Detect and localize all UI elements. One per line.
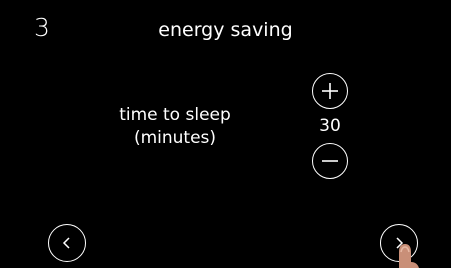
back-button[interactable] (48, 224, 86, 262)
minus-icon (321, 152, 339, 170)
sleep-time-value: 30 (319, 116, 341, 136)
page-title: energy saving (158, 19, 293, 41)
plus-icon (321, 82, 339, 100)
setting-label: time to sleep (minutes) (90, 104, 260, 150)
setting-label-line2: (minutes) (133, 128, 217, 148)
decrease-button[interactable] (312, 143, 348, 179)
increase-button[interactable] (312, 73, 348, 109)
chevron-right-icon (393, 236, 405, 250)
chevron-left-icon (61, 236, 73, 250)
energy-saving-screen: 3 energy saving time to sleep (minutes) … (0, 0, 451, 268)
next-button[interactable] (380, 224, 418, 262)
setting-label-line1: time to sleep (119, 105, 231, 125)
